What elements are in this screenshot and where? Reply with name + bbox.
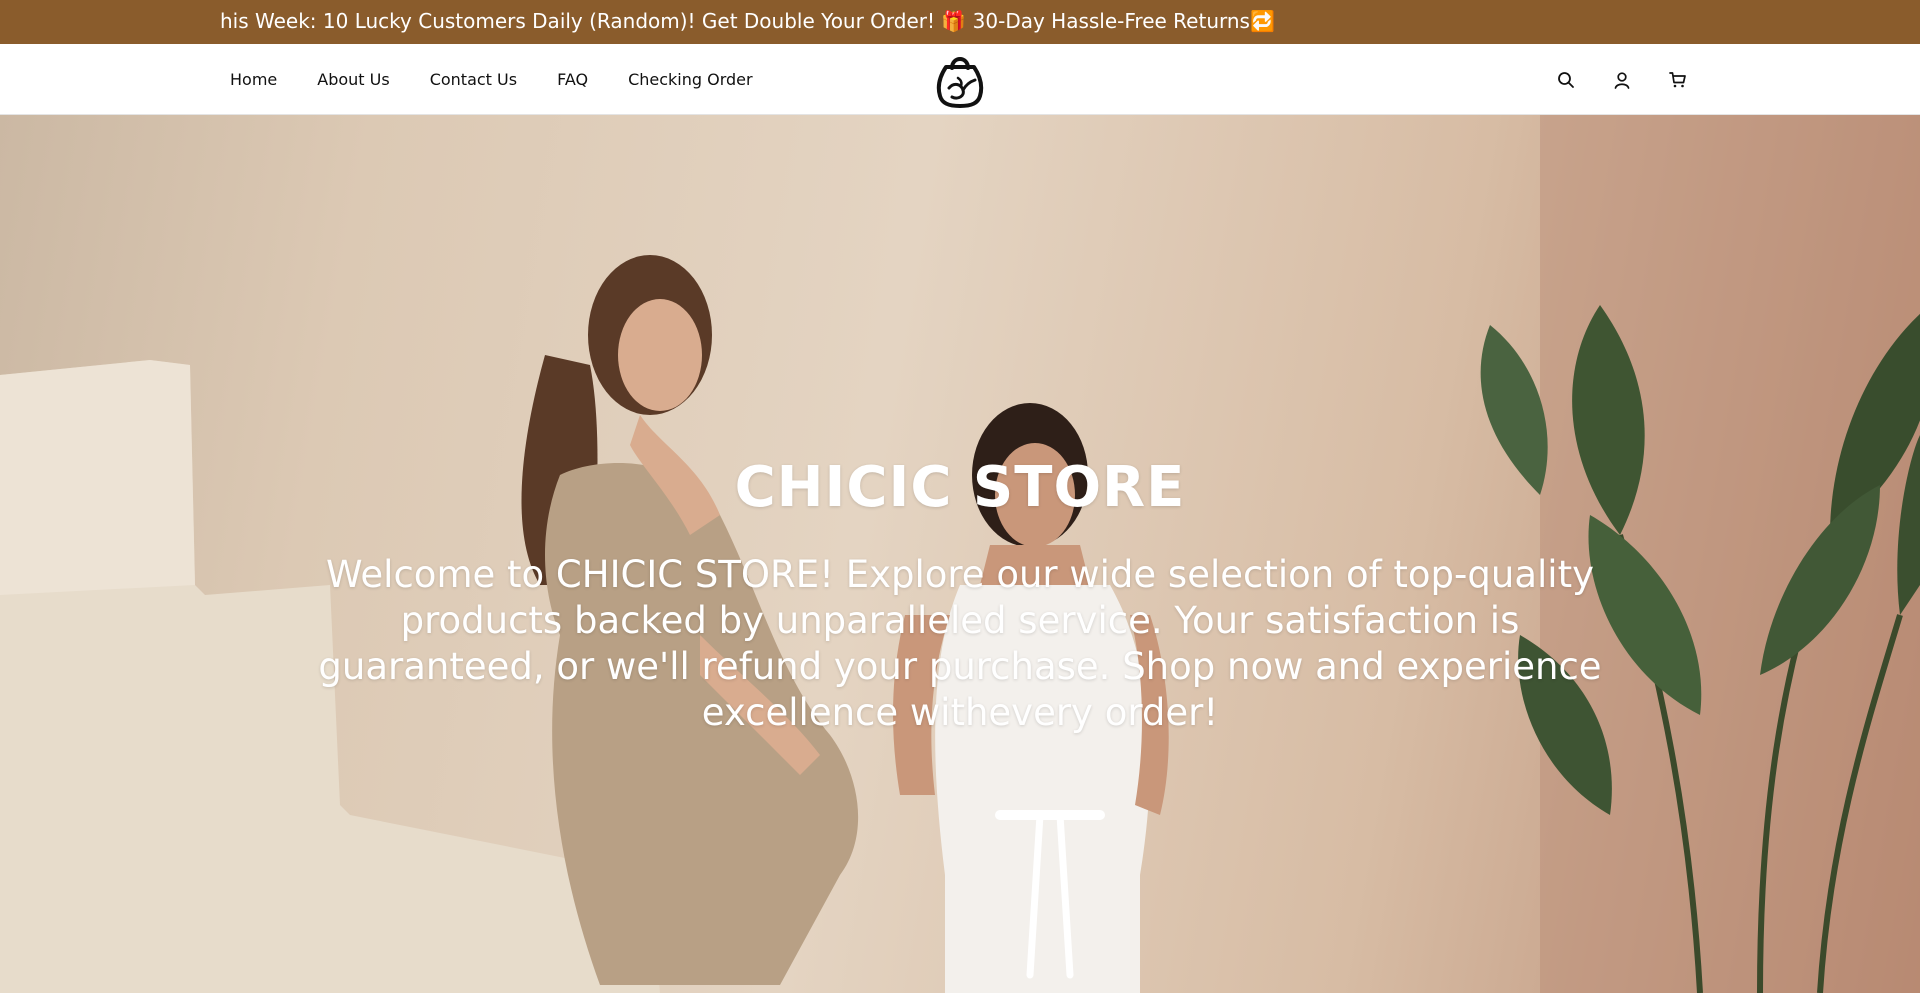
cart-icon[interactable] (1666, 68, 1690, 92)
hero-description: Welcome to CHICIC STORE! Explore our wid… (318, 553, 1602, 734)
search-icon[interactable] (1554, 68, 1578, 92)
hero-title: CHICIC STORE (734, 455, 1186, 520)
site-header: Home About Us Contact Us FAQ Checking Or… (0, 44, 1920, 115)
store-logo[interactable] (934, 50, 986, 108)
nav-contact-us[interactable]: Contact Us (430, 70, 517, 89)
nav-about-us[interactable]: About Us (317, 70, 389, 89)
announcement-bar: his Week: 10 Lucky Customers Daily (Rand… (0, 0, 1920, 44)
announcement-text: his Week: 10 Lucky Customers Daily (Rand… (220, 9, 1275, 33)
main-nav: Home About Us Contact Us FAQ Checking Or… (230, 44, 793, 115)
hero-banner: CHICIC STORE Welcome to CHICIC STORE! Ex… (0, 115, 1920, 993)
account-icon[interactable] (1610, 68, 1634, 92)
nav-home[interactable]: Home (230, 70, 277, 89)
nav-checking-order[interactable]: Checking Order (628, 70, 753, 89)
nav-faq[interactable]: FAQ (557, 70, 588, 89)
header-actions (1554, 44, 1722, 115)
shopping-bag-logo-icon (936, 57, 984, 108)
